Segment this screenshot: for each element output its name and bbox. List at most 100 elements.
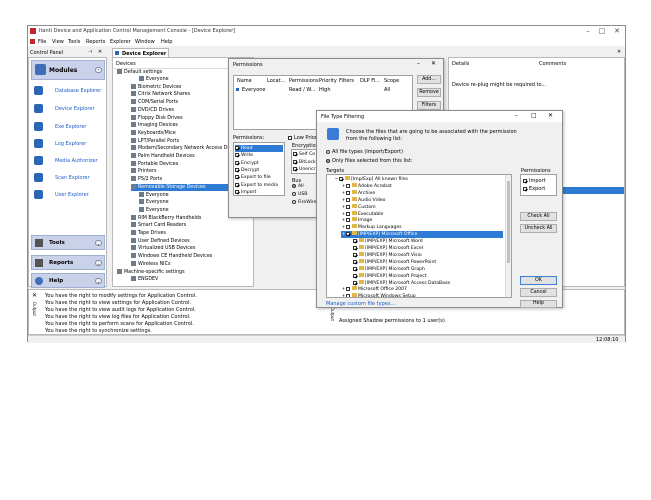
nav-exe-explorer[interactable]: Exe Explorer (31, 119, 105, 135)
checkbox-checked-icon[interactable] (353, 266, 357, 271)
minimize-icon[interactable]: – (417, 60, 420, 67)
permissions-col-header[interactable]: DLP Fi... (360, 78, 380, 84)
help-button[interactable]: Help (520, 300, 557, 308)
filters-button[interactable]: Filters (417, 101, 441, 110)
permissions-col-header[interactable]: Locat... (267, 78, 285, 84)
checkbox-icon[interactable] (346, 218, 350, 223)
export-checkbox[interactable]: Export (523, 186, 545, 192)
tree-row[interactable]: Wireless NICs (131, 260, 170, 268)
minimize-icon[interactable]: – (581, 27, 595, 36)
permission-item[interactable]: Decrypt (235, 167, 283, 174)
tree-row[interactable]: Portable Devices (131, 160, 178, 168)
permissions-col-header[interactable]: Filters (339, 78, 354, 84)
permissions-row[interactable]: Everyone Read / W... High All (234, 86, 412, 93)
checkbox-icon[interactable] (346, 197, 350, 202)
modules-header[interactable]: Modules ⌃ (31, 60, 105, 80)
col-comments[interactable]: Comments (539, 61, 566, 67)
permissions-col-header[interactable]: Scope (384, 78, 399, 84)
permissions-col-header[interactable]: Permissions (289, 78, 319, 84)
nav-log-explorer[interactable]: Log Explorer (31, 136, 105, 152)
checkbox-icon[interactable] (346, 294, 350, 297)
permission-item[interactable]: Encrypt (235, 160, 283, 167)
encryption-item[interactable]: BitLock (293, 159, 316, 166)
checkbox-icon[interactable] (346, 190, 350, 195)
tree-row[interactable]: Biometric Devices (131, 83, 181, 91)
bus-option[interactable]: FireWire (292, 199, 317, 206)
tools-header[interactable]: Tools ⌄ (31, 235, 105, 250)
checkbox-icon[interactable] (346, 204, 350, 209)
tree-row[interactable]: User Defined Devices (131, 237, 190, 245)
checkbox-checked-icon[interactable] (346, 232, 350, 237)
chevron-down-icon[interactable]: ⌄ (95, 240, 102, 246)
help-header[interactable]: Help ⌄ (31, 273, 105, 288)
close-icon[interactable]: ✕ (431, 60, 436, 67)
checkbox-checked-icon[interactable] (353, 239, 357, 244)
checkbox-checked-icon[interactable] (353, 273, 357, 278)
checkbox-checked-icon[interactable] (339, 177, 343, 181)
log-close-icon[interactable]: ✕ (32, 292, 37, 299)
menu-help[interactable]: Help (161, 39, 172, 45)
tree-row[interactable]: LPT/Parallel Ports (131, 137, 179, 145)
uncheck-all-button[interactable]: Uncheck All (520, 224, 557, 233)
permission-item[interactable]: Import (235, 189, 283, 196)
permission-item[interactable]: Write (235, 152, 283, 159)
checkbox-checked-icon[interactable] (353, 280, 357, 285)
encryption-item[interactable]: Unencr (293, 166, 315, 173)
tree-row[interactable]: DVD/CD Drives (131, 106, 174, 114)
menu-reports[interactable]: Reports (86, 39, 105, 45)
tree-row[interactable]: Everyone (139, 191, 169, 199)
nav-device-explorer[interactable]: Device Explorer (31, 101, 105, 117)
menu-explorer[interactable]: Explorer (110, 39, 131, 45)
menu-tools[interactable]: Tools (68, 39, 80, 45)
tree-row[interactable]: Citrix Network Shares (131, 91, 190, 98)
checkbox-icon[interactable] (346, 225, 350, 230)
tree-row[interactable]: Everyone (139, 199, 169, 206)
close-icon[interactable]: ✕ (548, 112, 553, 119)
import-checkbox[interactable]: Import (523, 178, 546, 184)
chevron-down-icon[interactable]: ⌄ (95, 278, 102, 284)
tree-row-default-settings[interactable]: Default settings (117, 69, 162, 76)
cancel-button[interactable]: Cancel (520, 288, 557, 297)
chevron-down-icon[interactable]: ⌄ (95, 260, 102, 266)
tree-row[interactable]: Windows CE Handheld Devices (131, 253, 212, 260)
col-details[interactable]: Details (452, 61, 469, 67)
checkbox-icon[interactable] (346, 183, 350, 188)
tree-row-machine[interactable]: ENGDEV (131, 276, 158, 283)
permissions-col-header[interactable]: Priority (319, 78, 337, 84)
tree-row[interactable]: Everyone (139, 206, 169, 214)
tree-row-machine-settings[interactable]: Machine-specific settings (117, 268, 185, 276)
checkbox-icon[interactable] (346, 211, 350, 216)
menu-file[interactable]: File (38, 39, 46, 45)
file-type-row[interactable]: + Microsoft Windows Setup (341, 293, 416, 297)
radio-only-selected[interactable]: Only files selected from this list: (326, 158, 413, 164)
scrollbar-thumb[interactable] (507, 181, 510, 263)
radio-all-file-types[interactable]: All file types (Import/Export) (326, 149, 403, 155)
maximize-icon[interactable]: □ (531, 112, 537, 119)
tree-row[interactable]: Printers (131, 168, 156, 175)
nav-media-authorizer[interactable]: Media Authorizer (31, 153, 105, 169)
tree-row[interactable]: Modem/Secondary Network Access Devi (131, 145, 235, 152)
check-all-button[interactable]: Check All (520, 212, 557, 221)
ok-button[interactable]: OK (520, 276, 557, 285)
tree-row[interactable]: Palm Handheld Devices (131, 153, 195, 160)
doc-close-icon[interactable]: ✕ (617, 49, 621, 55)
nav-database-explorer[interactable]: Database Explorer (31, 83, 105, 99)
checkbox-checked-icon[interactable] (353, 252, 357, 257)
tree-row[interactable]: Smart Card Readers (131, 222, 186, 229)
bus-option[interactable]: USB (292, 191, 307, 198)
add-button[interactable]: Add... (417, 75, 441, 84)
tree-row[interactable]: Floppy Disk Drives (131, 114, 183, 122)
pin-icon[interactable]: ⊣ (88, 49, 92, 55)
chevron-up-icon[interactable]: ⌃ (95, 67, 102, 73)
tree-row[interactable]: Keyboards/Mice (131, 129, 176, 137)
tab-device-explorer[interactable]: Device Explorer (112, 48, 169, 57)
tree-row[interactable]: Everyone (139, 76, 169, 83)
checkbox-checked-icon[interactable] (353, 259, 357, 264)
maximize-icon[interactable]: □ (595, 27, 609, 36)
menu-window[interactable]: Window (135, 39, 155, 45)
tree-row[interactable]: PS/2 Ports (131, 176, 162, 183)
tree-row[interactable]: RIM BlackBerry Handhelds (131, 214, 201, 222)
checkbox-checked-icon[interactable] (353, 246, 357, 250)
remove-button[interactable]: Remove (417, 88, 441, 97)
nav-scan-explorer[interactable]: Scan Explorer (31, 170, 105, 186)
